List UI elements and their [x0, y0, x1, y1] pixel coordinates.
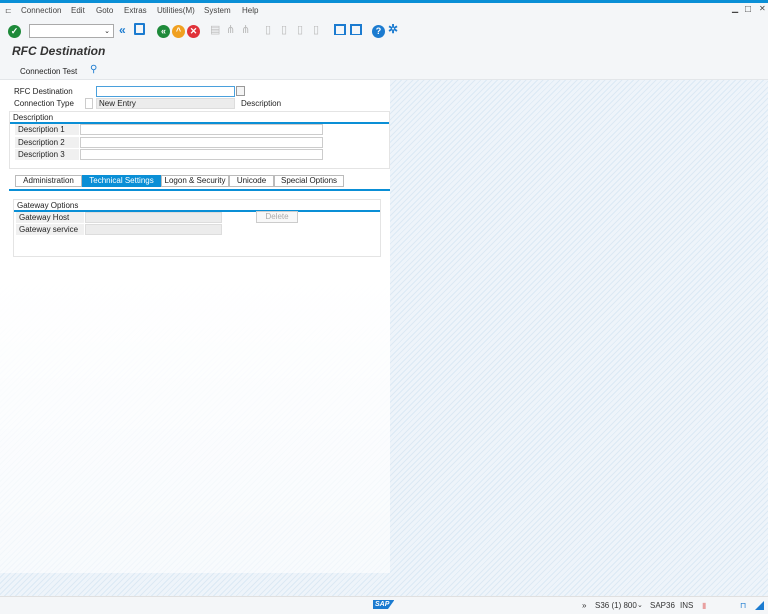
prev-page-icon: ▯	[281, 24, 288, 36]
menu-bar: ⊏ Connection Edit Goto Extras Utilities(…	[0, 3, 768, 18]
system-toolbar: ✓ ⌄ « « ^ ✕ ▤ ⋔ ⋔ ▯ ▯ ▯ ▯ ? ✲	[0, 18, 768, 44]
back-icon[interactable]: «	[119, 23, 126, 37]
status-bar: SAP » S36 (1) 800 ⌄ SAP36 INS ▮ ⊓	[0, 596, 768, 614]
menu-icon[interactable]: ⊏	[5, 6, 12, 15]
chevron-down-icon[interactable]: ⌄	[104, 27, 110, 36]
description-2-input[interactable]	[80, 137, 323, 148]
cancel-icon[interactable]: ✕	[187, 25, 200, 38]
description-3-label: Description 3	[15, 149, 79, 160]
next-page-icon: ▯	[297, 24, 304, 36]
title-bar: RFC Destination	[0, 44, 768, 63]
command-field[interactable]: ⌄	[29, 24, 114, 38]
status-mode: INS	[680, 601, 694, 610]
gateway-service-label: Gateway service	[16, 224, 84, 235]
tab-technical-settings[interactable]: Technical Settings	[82, 175, 161, 187]
value-help-icon[interactable]	[236, 86, 245, 96]
rfc-destination-label: RFC Destination	[14, 87, 73, 96]
rfc-destination-input[interactable]	[96, 86, 235, 97]
description-1-input[interactable]	[80, 124, 323, 135]
save-icon[interactable]	[134, 23, 145, 35]
tab-administration[interactable]: Administration	[15, 175, 82, 187]
settings-icon[interactable]: ✲	[388, 22, 398, 36]
new-session-icon[interactable]	[334, 24, 346, 35]
menu-utilities[interactable]: Utilities(M)	[157, 6, 195, 15]
resize-grip-icon[interactable]	[755, 601, 764, 610]
find-next-icon: ⋔	[241, 24, 251, 36]
first-page-icon: ▯	[265, 24, 272, 36]
tab-special-options[interactable]: Special Options	[274, 175, 344, 187]
status-server: SAP36	[650, 601, 675, 610]
chevron-down-icon[interactable]: ⌄	[637, 601, 643, 609]
delete-button[interactable]: Delete	[256, 211, 298, 223]
menu-edit[interactable]: Edit	[71, 6, 85, 15]
tab-strip-line	[9, 189, 390, 191]
menu-connection[interactable]: Connection	[21, 6, 61, 15]
last-page-icon: ▯	[313, 24, 320, 36]
tab-logon-security[interactable]: Logon & Security	[161, 175, 229, 187]
status-indicator-icon: ▮	[702, 601, 707, 610]
connection-test-button[interactable]: Connection Test	[20, 67, 77, 76]
connection-test-icon[interactable]: ⚲	[90, 64, 97, 75]
close-button[interactable]: ✕	[759, 4, 766, 13]
find-icon: ⋔	[226, 24, 236, 36]
status-system[interactable]: S36 (1) 800	[595, 601, 637, 610]
print-icon: ▤	[210, 24, 221, 36]
help-icon[interactable]: ?	[372, 25, 385, 38]
minimize-button[interactable]: ▁	[732, 4, 738, 13]
tab-unicode[interactable]: Unicode	[229, 175, 274, 187]
enter-icon[interactable]: ✓	[8, 25, 21, 38]
sap-logo: SAP	[373, 600, 395, 609]
maximize-button[interactable]: □	[745, 4, 751, 15]
connection-type-value: New Entry	[96, 98, 235, 109]
status-expand-button[interactable]: »	[582, 601, 586, 610]
gateway-host-input[interactable]	[85, 212, 222, 223]
description-3-input[interactable]	[80, 149, 323, 160]
connection-type-input[interactable]	[85, 98, 93, 109]
menu-system[interactable]: System	[204, 6, 231, 15]
gateway-host-label: Gateway Host	[16, 212, 84, 223]
gateway-options-title: Gateway Options	[17, 201, 79, 210]
shortcut-icon[interactable]	[350, 24, 362, 35]
description-2-label: Description 2	[15, 137, 79, 148]
page-title: RFC Destination	[12, 44, 106, 58]
connection-type-label: Connection Type	[14, 99, 74, 108]
menu-goto[interactable]: Goto	[96, 6, 113, 15]
exit-icon[interactable]: ^	[172, 25, 185, 38]
description-1-label: Description 1	[15, 124, 79, 135]
description-group-title: Description	[13, 113, 54, 122]
back-green-icon[interactable]: «	[157, 25, 170, 38]
unlock-icon[interactable]: ⊓	[740, 601, 746, 610]
menu-help[interactable]: Help	[242, 6, 258, 15]
application-toolbar: Connection Test ⚲	[0, 63, 768, 80]
gateway-service-input[interactable]	[85, 224, 222, 235]
menu-extras[interactable]: Extras	[124, 6, 147, 15]
connection-type-description: Description	[241, 99, 282, 108]
